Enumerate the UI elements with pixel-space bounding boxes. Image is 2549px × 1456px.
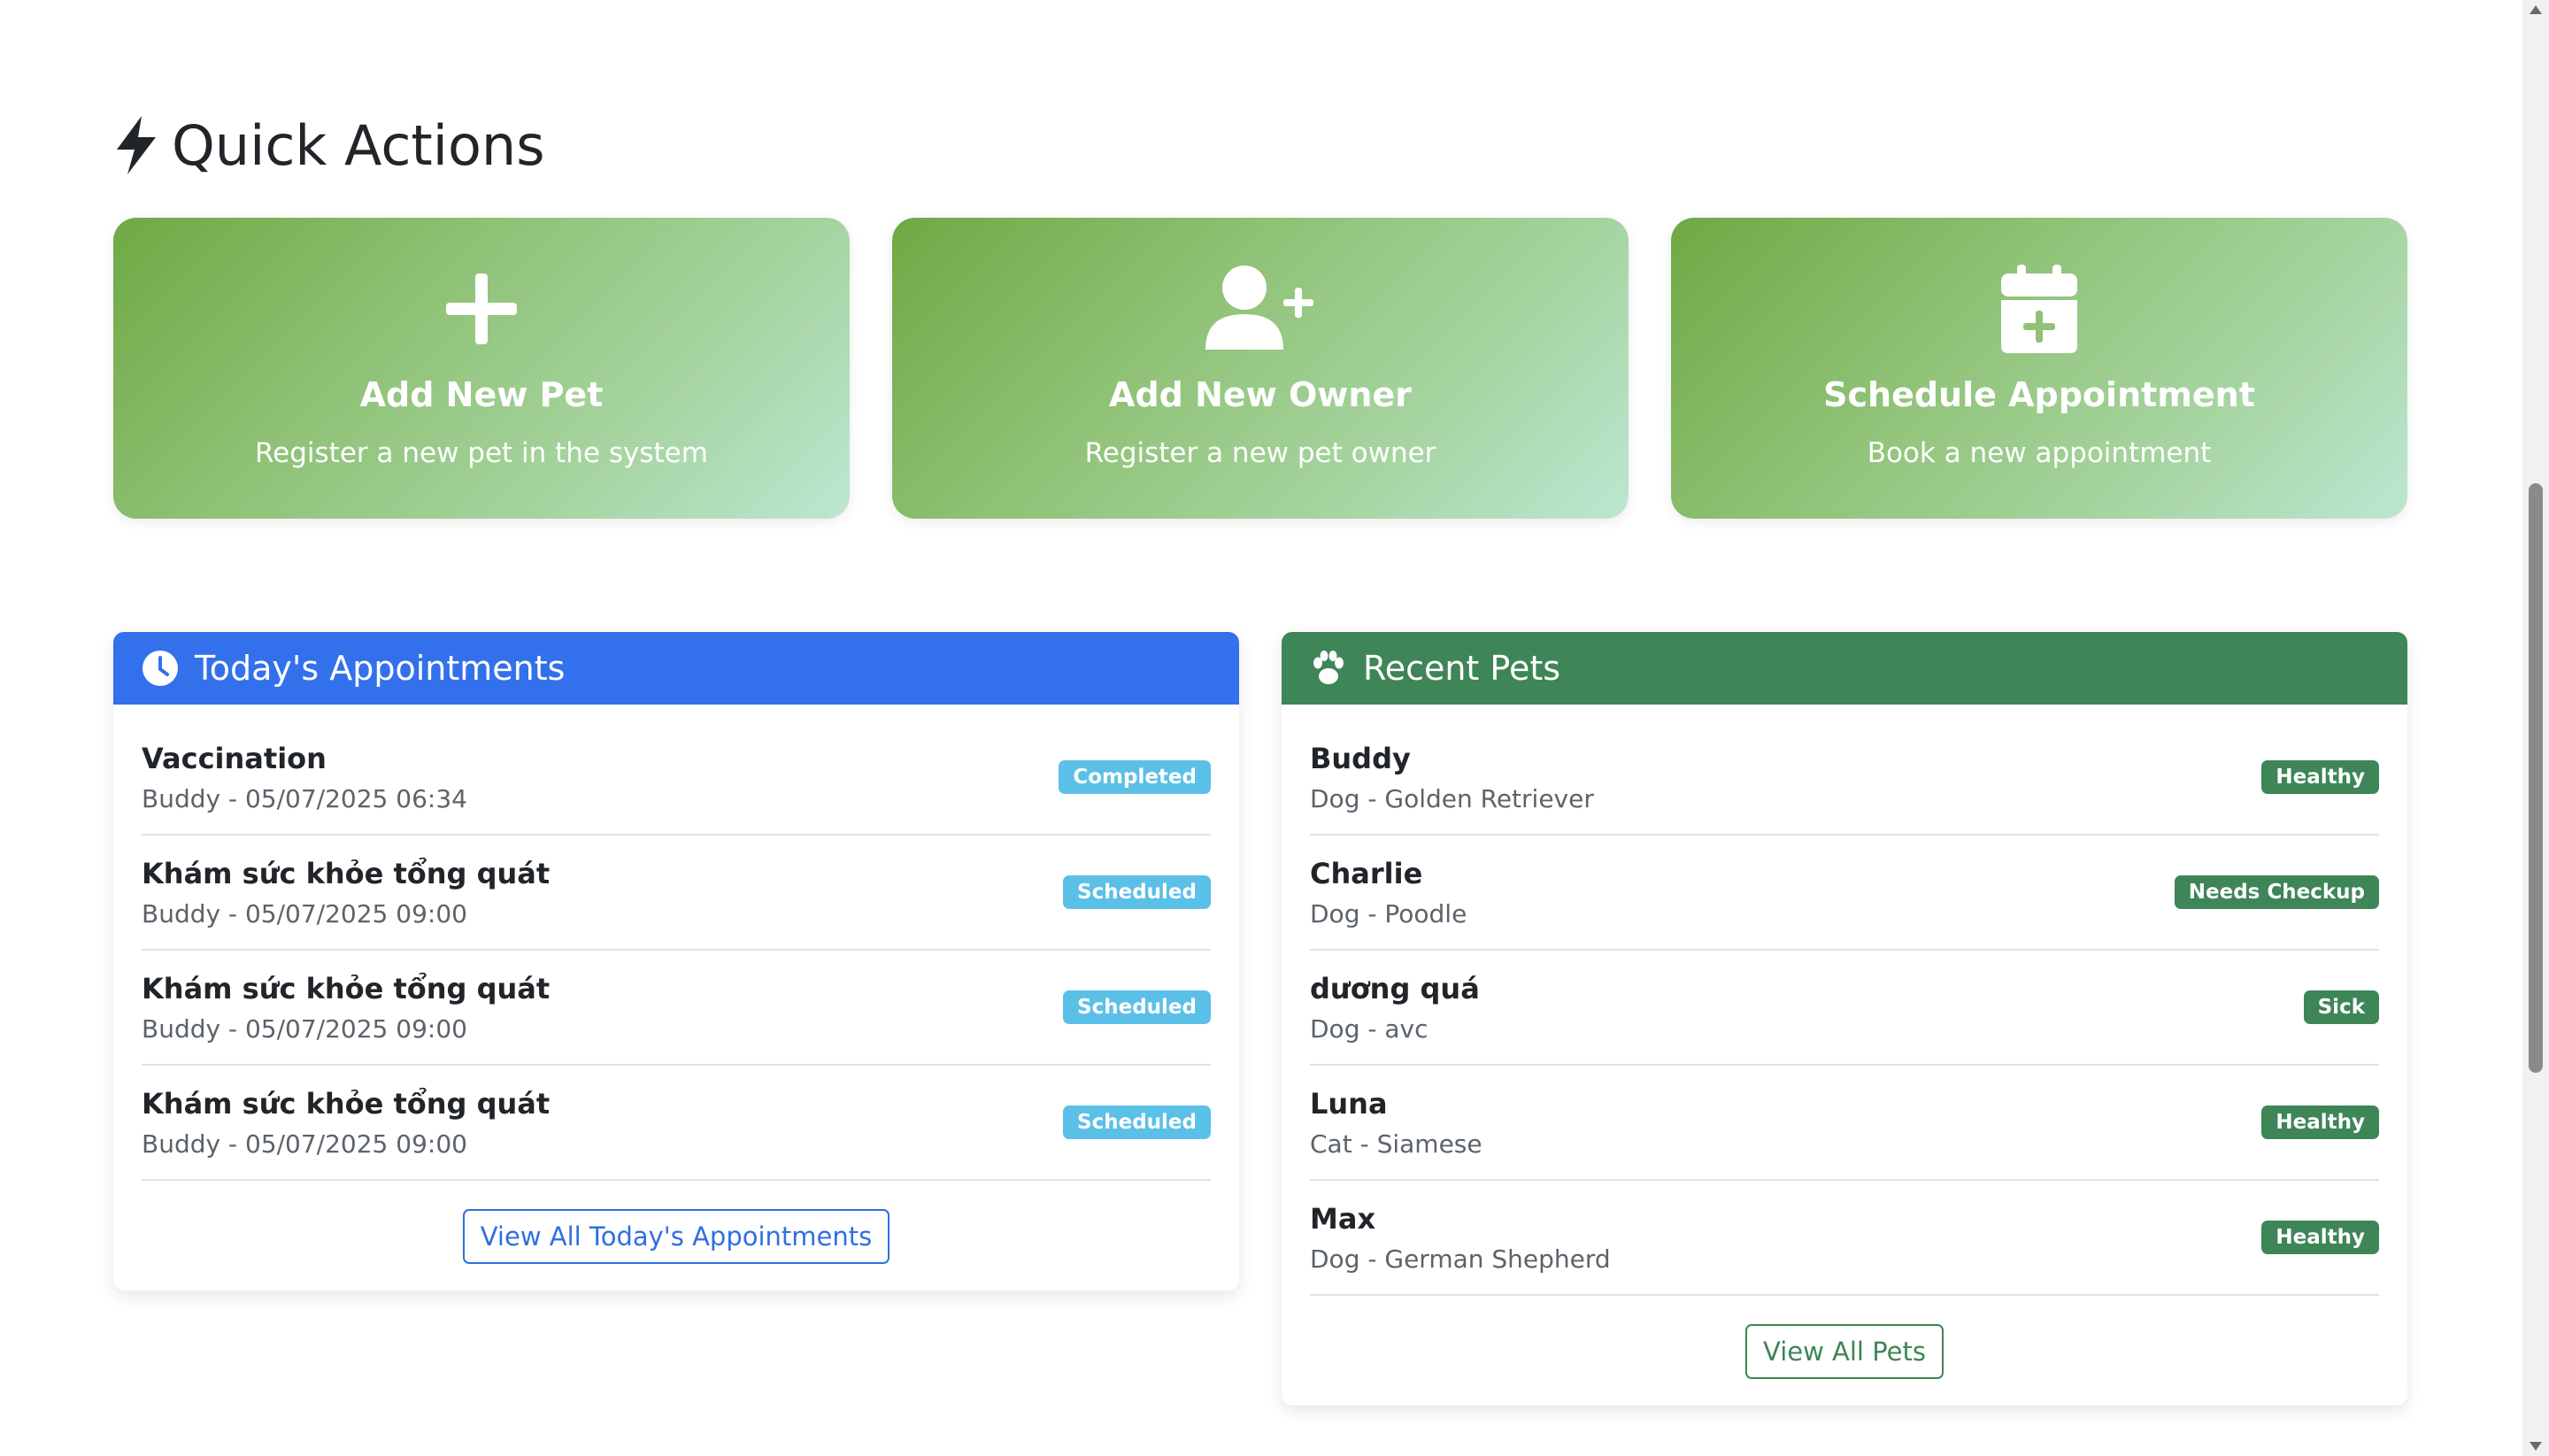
card-description: Register a new pet owner	[1084, 437, 1436, 469]
status-badge: Healthy	[2261, 1105, 2379, 1139]
appointment-subtitle: Buddy - 05/07/2025 09:00	[142, 1013, 467, 1044]
calendar-plus-icon	[1671, 260, 2407, 358]
vertical-scrollbar[interactable]	[2522, 0, 2549, 1456]
card-description: Book a new appointment	[1867, 437, 2212, 469]
appointment-title: Vaccination	[142, 741, 327, 775]
appointment-title: Khám sức khỏe tổng quát	[142, 971, 551, 1005]
scroll-up-arrow-icon[interactable]	[2530, 5, 2542, 14]
pet-row[interactable]: Luna Cat - Siamese Healthy	[1310, 1066, 2379, 1181]
status-badge: Scheduled	[1063, 990, 1211, 1024]
pet-name: Buddy	[1310, 741, 1411, 775]
status-badge: Needs Checkup	[2174, 875, 2379, 909]
pet-row[interactable]: dương quá Dog - avc Sick	[1310, 951, 2379, 1066]
plus-icon	[113, 260, 850, 358]
appointment-subtitle: Buddy - 05/07/2025 09:00	[142, 898, 467, 928]
appointment-row[interactable]: Vaccination Buddy - 05/07/2025 06:34 Com…	[142, 720, 1211, 836]
appointments-title: Today's Appointments	[195, 649, 566, 688]
card-title: Add New Pet	[359, 375, 604, 414]
appointment-title: Khám sức khỏe tổng quát	[142, 1086, 551, 1121]
quick-actions-title: Quick Actions	[172, 112, 545, 178]
pet-subtitle: Dog - Golden Retriever	[1310, 783, 1594, 813]
status-badge: Healthy	[2261, 1221, 2379, 1254]
appointment-row[interactable]: Khám sức khỏe tổng quát Buddy - 05/07/20…	[142, 836, 1211, 951]
view-all-pets-button[interactable]: View All Pets	[1745, 1324, 1944, 1379]
pet-subtitle: Dog - Poodle	[1310, 898, 1467, 928]
recent-pets-panel: Recent Pets Buddy Dog - Golden Retriever…	[1282, 632, 2407, 1406]
pet-name: dương quá	[1310, 971, 1480, 1005]
add-new-pet-card[interactable]: Add New Pet Register a new pet in the sy…	[113, 218, 850, 519]
status-badge: Completed	[1059, 760, 1211, 794]
user-plus-icon	[892, 260, 1629, 358]
appointment-subtitle: Buddy - 05/07/2025 09:00	[142, 1129, 467, 1159]
card-title: Add New Owner	[1109, 375, 1412, 414]
pet-name: Charlie	[1310, 856, 1423, 890]
pet-row[interactable]: Max Dog - German Shepherd Healthy	[1310, 1181, 2379, 1296]
status-badge: Sick	[2303, 990, 2379, 1024]
card-title: Schedule Appointment	[1823, 375, 2255, 414]
pet-subtitle: Dog - avc	[1310, 1013, 1429, 1044]
pet-row[interactable]: Charlie Dog - Poodle Needs Checkup	[1310, 836, 2379, 951]
recent-pets-title: Recent Pets	[1363, 649, 1561, 688]
pet-subtitle: Cat - Siamese	[1310, 1129, 1482, 1159]
scroll-down-arrow-icon[interactable]	[2530, 1442, 2542, 1451]
scroll-thumb[interactable]	[2529, 483, 2543, 1073]
pet-name: Luna	[1310, 1086, 1388, 1121]
paw-icon	[1313, 651, 1344, 684]
appointment-subtitle: Buddy - 05/07/2025 06:34	[142, 783, 467, 813]
todays-appointments-panel: Today's Appointments Vaccination Buddy -…	[113, 632, 1239, 1290]
pet-name: Max	[1310, 1201, 1376, 1236]
appointments-header: Today's Appointments	[113, 632, 1239, 705]
bolt-icon	[117, 116, 156, 174]
quick-actions-heading: Quick Actions	[113, 104, 545, 186]
status-badge: Scheduled	[1063, 1105, 1211, 1139]
dashboard-page: Quick Actions Add New Pet Register a new…	[0, 0, 2522, 1456]
appointment-row[interactable]: Khám sức khỏe tổng quát Buddy - 05/07/20…	[142, 1066, 1211, 1181]
view-all-appointments-button[interactable]: View All Today's Appointments	[462, 1209, 890, 1264]
status-badge: Scheduled	[1063, 875, 1211, 909]
add-new-owner-card[interactable]: Add New Owner Register a new pet owner	[892, 218, 1629, 519]
card-description: Register a new pet in the system	[255, 437, 708, 469]
clock-icon	[142, 651, 178, 686]
appointment-title: Khám sức khỏe tổng quát	[142, 856, 551, 890]
pet-subtitle: Dog - German Shepherd	[1310, 1244, 1611, 1274]
pet-row[interactable]: Buddy Dog - Golden Retriever Healthy	[1310, 720, 2379, 836]
appointment-row[interactable]: Khám sức khỏe tổng quát Buddy - 05/07/20…	[142, 951, 1211, 1066]
schedule-appointment-card[interactable]: Schedule Appointment Book a new appointm…	[1671, 218, 2407, 519]
recent-pets-header: Recent Pets	[1282, 632, 2407, 705]
status-badge: Healthy	[2261, 760, 2379, 794]
